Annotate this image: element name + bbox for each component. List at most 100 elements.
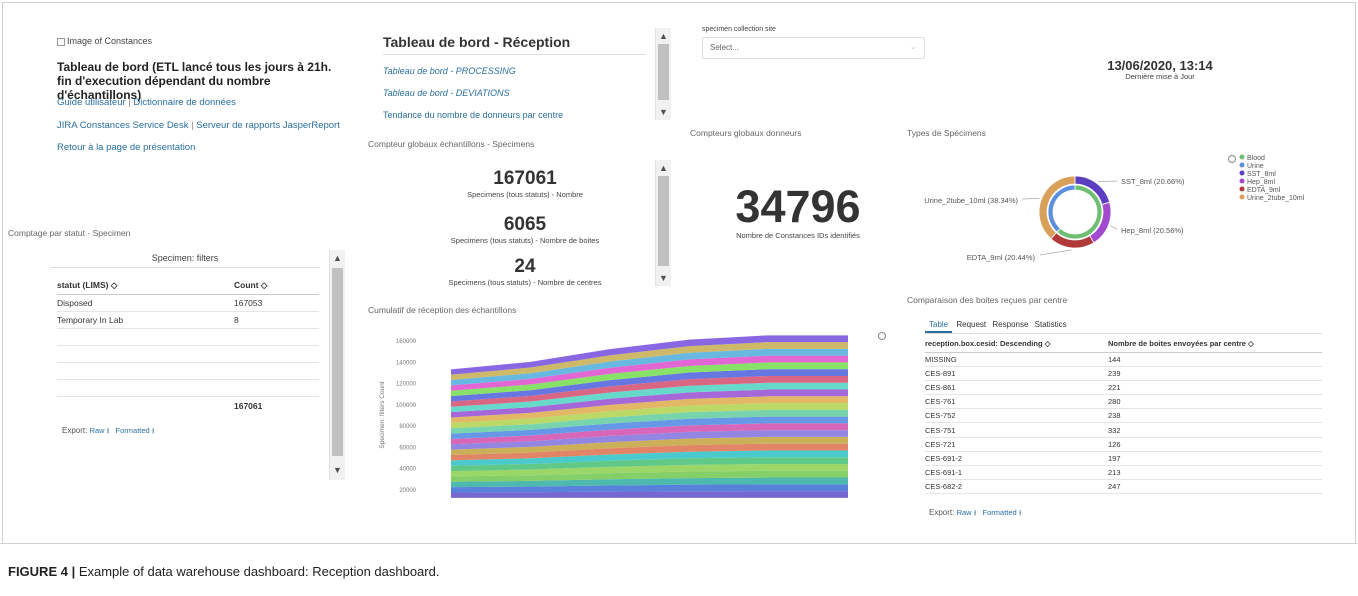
export-label: Export: xyxy=(62,426,88,435)
cell-count: 8 xyxy=(234,314,239,325)
collection-site-select[interactable]: Select... ⌄ xyxy=(702,37,925,59)
link-processing[interactable]: Tableau de bord - PROCESSING xyxy=(383,66,516,76)
tab-statistics[interactable]: Statistics xyxy=(1035,320,1067,329)
table-total-row: 167061 xyxy=(57,396,319,416)
leader-line xyxy=(1021,198,1040,200)
legend-dot xyxy=(1239,162,1245,168)
scroll-up-icon[interactable]: ▲ xyxy=(656,162,671,174)
boxes-export: Export: Raw ⭳ Formatted ⭳ xyxy=(929,507,1021,520)
export-formatted-link[interactable]: Formatted ⭳ xyxy=(983,508,1022,517)
table-row: CES-691-1 213 xyxy=(925,466,1322,480)
export-raw-link[interactable]: Raw ⭳ xyxy=(957,508,977,517)
broken-image-icon xyxy=(57,37,65,46)
donors-counter: 34796 Nombre de Constances IDs identifié… xyxy=(690,181,906,241)
cell-nombre: 238 xyxy=(1108,411,1121,421)
table-row: CES-691-2 197 xyxy=(925,451,1322,466)
counter-value: 167061 xyxy=(493,168,557,189)
total-count: 167061 xyxy=(234,401,263,412)
download-icon: ⭳ xyxy=(973,508,977,517)
scroll-down-icon[interactable]: ▼ xyxy=(656,106,671,118)
table-row: CES-721 126 xyxy=(925,437,1322,452)
scroll-down-icon[interactable]: ▼ xyxy=(656,272,671,284)
types-title: Types de Spécimens xyxy=(907,128,986,138)
leader-line xyxy=(1039,249,1072,256)
column-count[interactable]: Count ◇ xyxy=(234,278,319,294)
scroll-thumb[interactable] xyxy=(658,44,669,100)
cell-cesid: CES-682-2 xyxy=(925,482,963,492)
area-chart-title: Cumulatif de réception des échantillons xyxy=(368,305,517,315)
slice-label: SST_8ml (20.66%) xyxy=(1121,177,1185,186)
link-guide-utilisateur[interactable]: Guide utilisateur xyxy=(57,97,126,108)
update-datetime: 13/06/2020, 13:14 xyxy=(1107,58,1213,73)
y-tick-label: 140000 xyxy=(396,360,417,366)
scroll-thumb[interactable] xyxy=(332,268,343,456)
separator: | xyxy=(191,120,194,131)
counters-scrollbar[interactable]: ▲ ▼ xyxy=(655,160,671,286)
cell-statut: Disposed xyxy=(57,297,93,308)
table-row: Disposed 167053 xyxy=(57,294,319,311)
export-label: Export: xyxy=(929,508,955,517)
column-cesid[interactable]: reception.box.cesid: Descending ◇ xyxy=(925,336,1108,352)
status-table: statut (LIMS) ◇ Count ◇ Disposed 167053 … xyxy=(57,278,319,416)
export-raw-link[interactable]: Raw ⭳ xyxy=(90,426,110,435)
figure-caption: FIGURE 4 | Example of data warehouse das… xyxy=(0,543,1358,596)
scroll-down-icon[interactable]: ▼ xyxy=(330,464,345,476)
table-row: CES-761 280 xyxy=(925,395,1322,409)
boxes-table: reception.box.cesid: Descending ◇ Nombre… xyxy=(925,336,1322,494)
counter-label: Specimens (tous statuts) - Nombre de boi… xyxy=(450,236,600,245)
chevron-down-icon[interactable]: ⌄ xyxy=(910,43,916,51)
table-row: CES-752 238 xyxy=(925,409,1322,423)
status-panel-title: Comptage par statut - Specimen xyxy=(8,228,131,238)
counter-boites: 6065 Specimens (tous statuts) - Nombre d… xyxy=(400,214,650,245)
donors-title: Compteurs globaux donneurs xyxy=(690,128,802,138)
cell-nombre: 332 xyxy=(1108,425,1121,435)
nav-panel-title: Tableau de bord - Réception xyxy=(383,34,571,50)
scroll-thumb[interactable] xyxy=(658,176,669,266)
cell-nombre: 239 xyxy=(1108,368,1121,378)
status-scrollbar[interactable]: ▲ ▼ xyxy=(329,250,345,480)
counter-label: Specimens (tous statuts) - Nombre xyxy=(467,190,583,199)
scroll-up-icon[interactable]: ▲ xyxy=(330,252,345,264)
export-formatted-link[interactable]: Formatted ⭳ xyxy=(116,426,155,435)
link-jasper[interactable]: Serveur de rapports JasperReport xyxy=(196,120,340,131)
column-nombre-boites[interactable]: Nombre de boites envoyées par centre ◇ xyxy=(1108,336,1322,352)
caption-label: FIGURE 4 | xyxy=(8,564,76,579)
y-tick-label: 80000 xyxy=(399,424,416,430)
separator: | xyxy=(128,97,131,108)
cell-cesid: CES-891 xyxy=(925,368,956,378)
status-export: Export: Raw ⭳ Formatted ⭳ xyxy=(62,425,154,438)
cell-cesid: CES-861 xyxy=(925,382,956,392)
cell-count: 167053 xyxy=(234,297,263,308)
link-tendance[interactable]: Tendance du nombre de donneurs par centr… xyxy=(383,110,563,120)
link-dictionnaire[interactable]: Dictionnaire de données xyxy=(133,97,235,108)
table-row: CES-891 239 xyxy=(925,366,1322,381)
link-jira[interactable]: JIRA Constances Service Desk xyxy=(57,120,188,131)
specimen-types-donut: SST_8ml (20.66%) Hep_8ml (20.56%) EDTA_9ml… xyxy=(924,154,1305,262)
status-filter-header: Specimen: filters xyxy=(50,248,320,268)
link-deviations[interactable]: Tableau de bord - DEVIATIONS xyxy=(383,88,510,98)
counter-specimens: 167061 Specimens (tous statuts) - Nombre xyxy=(400,168,650,199)
tab-table[interactable]: Table xyxy=(925,320,953,333)
column-statut[interactable]: statut (LIMS) ◇ xyxy=(57,278,234,294)
cell-nombre: 221 xyxy=(1108,382,1121,392)
donors-value: 34796 xyxy=(735,181,861,232)
legend-label: EDTA_9ml xyxy=(1247,187,1281,194)
constances-image-alt: Image of Constances xyxy=(57,36,152,46)
nav-scrollbar[interactable]: ▲ ▼ xyxy=(655,28,671,120)
donors-label: Nombre de Constances IDs identifiés xyxy=(736,231,860,240)
tab-request[interactable]: Request xyxy=(956,320,986,329)
cell-nombre: 247 xyxy=(1108,482,1121,492)
cell-cesid: CES-761 xyxy=(925,397,956,407)
sidebar-links-row-2: JIRA Constances Service Desk | Serveur d… xyxy=(57,120,340,131)
legend-dot xyxy=(1239,170,1245,176)
link-presentation[interactable]: Retour à la page de présentation xyxy=(57,142,195,153)
tab-response[interactable]: Response xyxy=(992,320,1028,329)
scroll-up-icon[interactable]: ▲ xyxy=(656,30,671,42)
chart-options-icon xyxy=(878,332,886,340)
counter-centres: 24 Specimens (tous statuts) - Nombre de … xyxy=(400,256,650,287)
table-row: Temporary In Lab 8 xyxy=(57,311,319,328)
tabs-divider xyxy=(925,333,1322,334)
download-icon: ⭳ xyxy=(106,426,110,435)
boxes-tabs: Table Request Response Statistics xyxy=(925,320,1067,333)
cell-nombre: 197 xyxy=(1108,453,1121,463)
